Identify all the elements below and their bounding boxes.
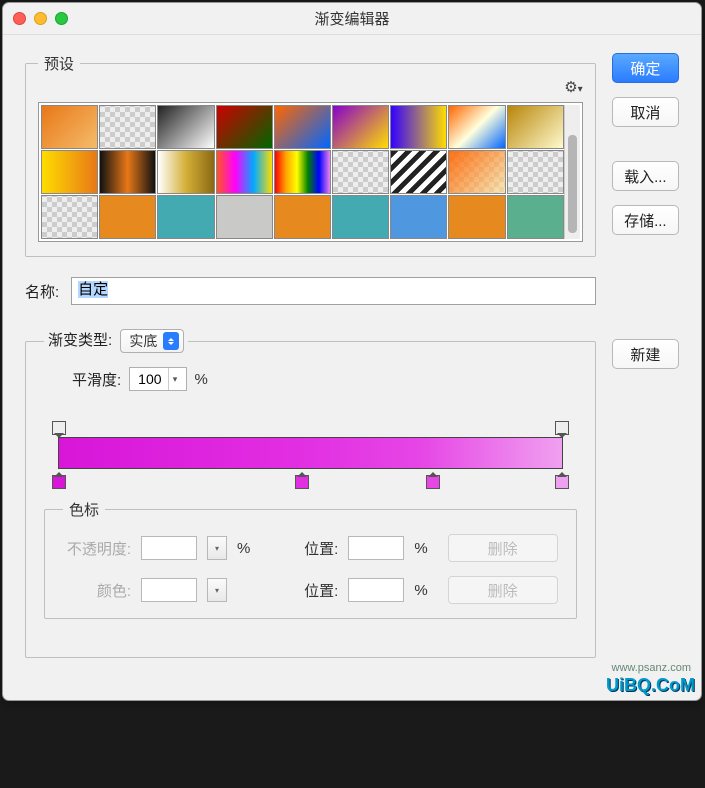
right-column: 确定 取消 载入... 存储... 新建 [612,53,679,676]
smoothness-label: 平滑度: [72,369,121,390]
left-column: 预设 ⚙▾ [25,53,596,676]
location-input[interactable] [348,578,404,602]
opacity-stop[interactable] [52,421,66,435]
color-stops-legend: 色标 [63,499,105,520]
color-swatch-input[interactable] [141,578,197,602]
name-label: 名称: [25,281,59,302]
percent-label: % [195,371,208,388]
opacity-input[interactable] [141,536,197,560]
opacity-dropdown[interactable]: ▾ [207,536,227,560]
presets-scrollbar[interactable] [564,105,580,239]
name-row: 名称: 自定 [25,277,596,305]
color-stop[interactable] [555,475,569,489]
color-stop[interactable] [426,475,440,489]
color-dropdown[interactable]: ▾ [207,578,227,602]
chevron-updown-icon [163,332,179,350]
new-button[interactable]: 新建 [612,339,679,369]
opacity-label: 不透明度: [63,538,131,559]
load-button[interactable]: 载入... [612,161,679,191]
presets-legend: 预设 [38,53,80,74]
presets-fieldset: 预设 ⚙▾ [25,53,596,257]
content: 预设 ⚙▾ [3,35,701,700]
save-button[interactable]: 存储... [612,205,679,235]
smoothness-input[interactable]: 100▾ [129,367,186,391]
gradient-type-label: 渐变类型: [48,332,112,349]
color-label: 颜色: [63,580,131,601]
gradient-bar[interactable] [58,437,563,469]
color-stop[interactable] [52,475,66,489]
gradient-editor[interactable] [48,419,573,489]
delete-color-button[interactable]: 删除 [448,576,558,604]
chevron-down-icon: ▾ [168,368,182,390]
opacity-stop[interactable] [555,421,569,435]
titlebar: 渐变编辑器 [3,3,701,35]
color-stop[interactable] [295,475,309,489]
location-label: 位置: [270,538,338,559]
color-stops-fieldset: 色标 不透明度: ▾ % 位置: % 删除 颜色: [44,499,577,619]
cancel-button[interactable]: 取消 [612,97,679,127]
presets-box [38,102,583,242]
delete-opacity-button[interactable]: 删除 [448,534,558,562]
ok-button[interactable]: 确定 [612,53,679,83]
window-title: 渐变编辑器 [3,8,701,29]
watermark-small: www.psanz.com [612,662,691,674]
name-input[interactable]: 自定 [71,277,596,305]
gradient-type-fieldset: 渐变类型: 实底 平滑度: 100▾ % [25,329,596,658]
location-label: 位置: [270,580,338,601]
presets-grid[interactable] [41,105,564,239]
gradient-editor-window: 渐变编辑器 预设 ⚙▾ [2,2,702,701]
gradient-type-select[interactable]: 实底 [120,329,184,353]
watermark: UiBQ.CoM [606,675,695,696]
location-input[interactable] [348,536,404,560]
presets-menu-icon[interactable]: ⚙▾ [564,78,582,96]
